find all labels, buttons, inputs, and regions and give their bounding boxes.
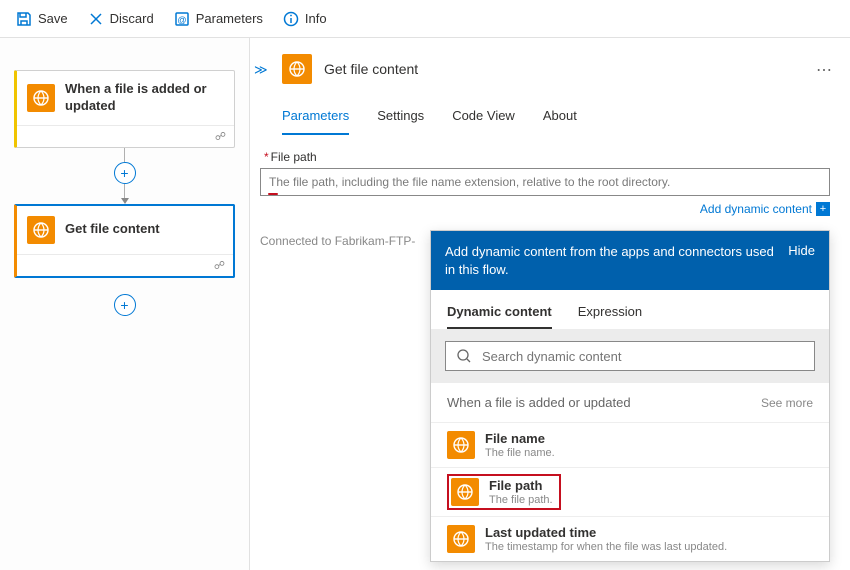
discard-button[interactable]: Discard — [80, 7, 162, 31]
panel-menu-button[interactable]: ⋯ — [816, 60, 832, 80]
add-dynamic-content-link[interactable]: Add dynamic content + — [260, 202, 830, 216]
popup-group-title: When a file is added or updated — [447, 395, 631, 410]
panel-tabs: Parameters Settings Code View About — [282, 102, 830, 136]
search-input[interactable] — [482, 349, 804, 364]
panel: ≫ ⋯ Get file content Parameters Settings… — [250, 38, 850, 570]
add-step-button-2[interactable]: + — [114, 294, 136, 316]
add-step-button[interactable]: + — [114, 162, 136, 184]
tab-parameters[interactable]: Parameters — [282, 102, 349, 135]
svg-text:@: @ — [177, 15, 186, 25]
popup-header-text: Add dynamic content from the apps and co… — [445, 243, 776, 278]
action-link-icon: ☍ — [17, 254, 233, 276]
dynamic-content-popup: Add dynamic content from the apps and co… — [430, 230, 830, 562]
ftp-icon — [282, 54, 312, 84]
action-title: Get file content — [65, 221, 160, 238]
tab-codeview[interactable]: Code View — [452, 102, 515, 135]
designer-surface: When a file is added or updated ☍ + Get … — [0, 38, 250, 570]
trigger-node[interactable]: When a file is added or updated ☍ — [14, 70, 235, 148]
close-icon — [88, 11, 104, 27]
arrow-down-icon — [121, 198, 129, 204]
search-icon — [456, 348, 472, 364]
trigger-title: When a file is added or updated — [65, 81, 224, 115]
ftp-icon — [447, 525, 475, 553]
ftp-icon — [27, 216, 55, 244]
parameters-icon: @ — [174, 11, 190, 27]
parameters-button[interactable]: @ Parameters — [166, 7, 271, 31]
save-icon — [16, 11, 32, 27]
spellcheck-underline — [268, 193, 278, 195]
ftp-icon — [447, 431, 475, 459]
dynamic-item-last-updated[interactable]: Last updated time The timestamp for when… — [431, 516, 829, 561]
trigger-link-icon: ☍ — [17, 125, 234, 147]
ftp-icon — [451, 478, 479, 506]
collapse-panel-button[interactable]: ≫ — [250, 58, 272, 82]
discard-label: Discard — [110, 11, 154, 26]
tab-about[interactable]: About — [543, 102, 577, 135]
info-label: Info — [305, 11, 327, 26]
file-path-input[interactable] — [260, 168, 830, 196]
file-path-label: *File path — [264, 150, 830, 164]
popup-hide-button[interactable]: Hide — [788, 243, 815, 258]
dynamic-item-file-path[interactable]: File path The file path. — [431, 467, 829, 516]
tab-settings[interactable]: Settings — [377, 102, 424, 135]
info-icon — [283, 11, 299, 27]
save-label: Save — [38, 11, 68, 26]
popup-tab-expression[interactable]: Expression — [578, 300, 642, 329]
dynamic-item-file-name[interactable]: File name The file name. — [431, 422, 829, 467]
panel-title: Get file content — [324, 61, 418, 77]
popup-tab-dynamic[interactable]: Dynamic content — [447, 300, 552, 329]
see-more-link[interactable]: See more — [761, 396, 813, 410]
save-button[interactable]: Save — [8, 7, 76, 31]
parameters-label: Parameters — [196, 11, 263, 26]
plus-icon: + — [816, 202, 830, 216]
toolbar: Save Discard @ Parameters Info — [0, 0, 850, 38]
info-button[interactable]: Info — [275, 7, 335, 31]
ftp-icon — [27, 84, 55, 112]
action-node[interactable]: Get file content ☍ — [14, 204, 235, 278]
